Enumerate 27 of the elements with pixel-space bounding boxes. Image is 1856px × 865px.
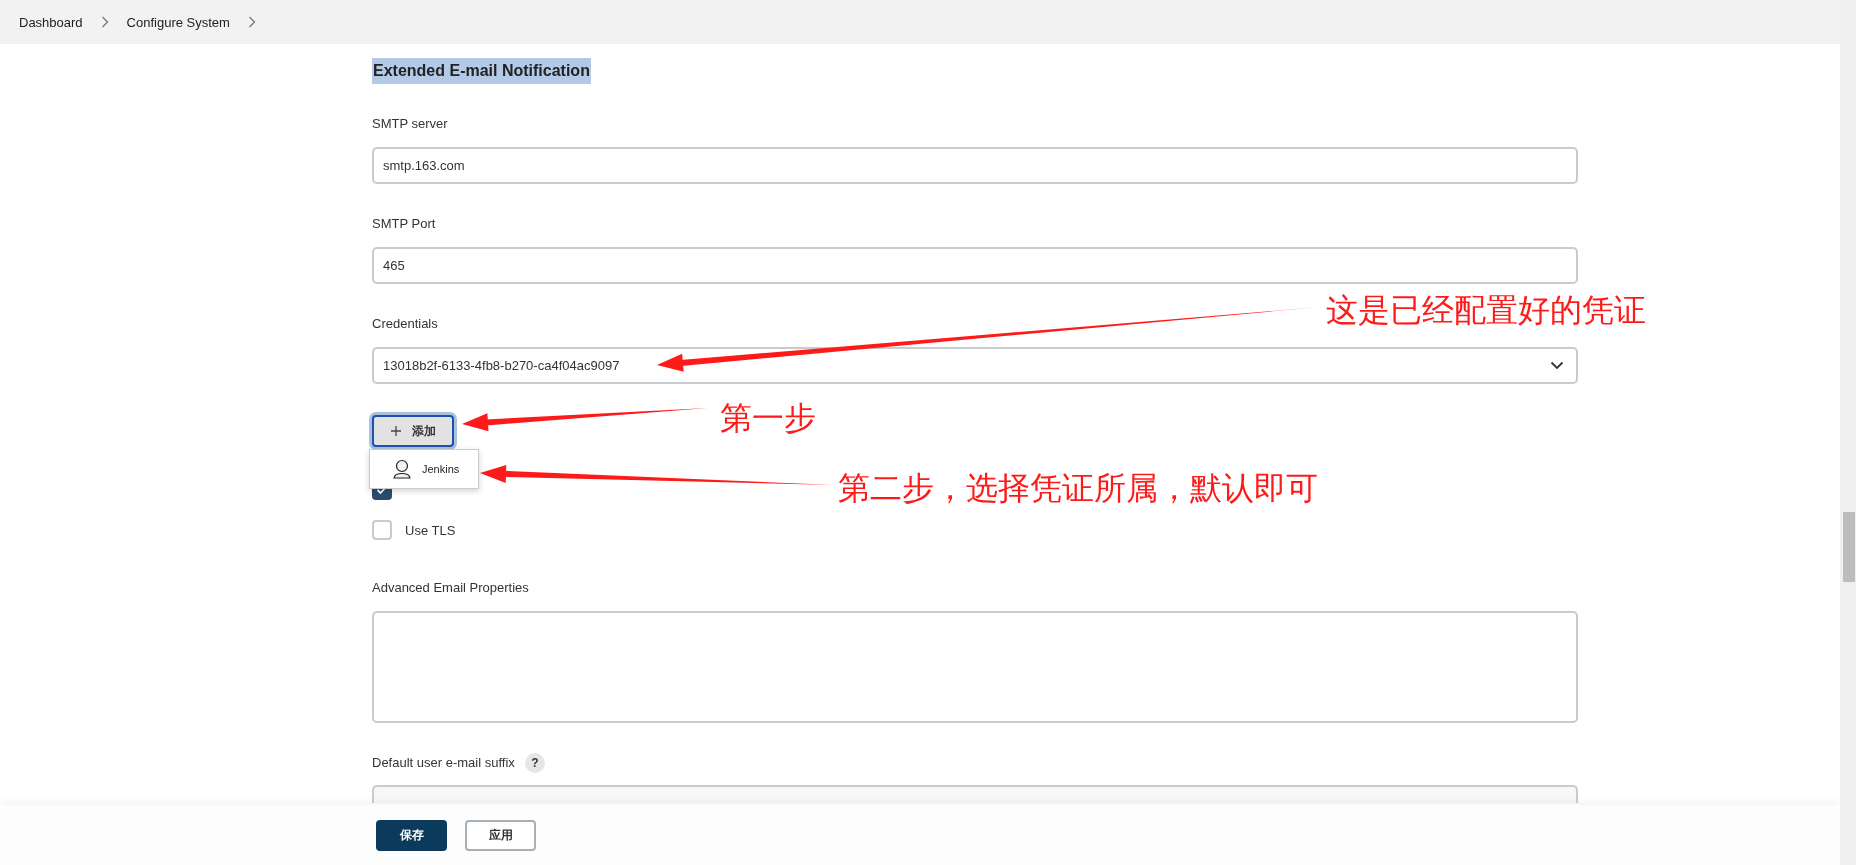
apply-button[interactable]: 应用 (465, 819, 536, 851)
add-button[interactable]: 添加 (372, 415, 454, 447)
save-button[interactable]: 保存 (376, 819, 447, 851)
input-field[interactable]: 465 (372, 247, 1578, 284)
input-field[interactable] (372, 785, 1578, 803)
chevron-right-icon (100, 16, 109, 28)
text-area[interactable] (372, 611, 1578, 723)
person-icon (392, 459, 412, 479)
chevron-right-icon (247, 16, 256, 28)
field-label: Advanced Email Properties (372, 579, 529, 597)
field-label: Credentials (372, 315, 439, 333)
help-button[interactable]: ? (524, 753, 545, 773)
plus-icon (390, 425, 402, 437)
breadcrumb-link[interactable]: Configure System (126, 14, 230, 30)
field-label: Default user e-mail suffix (372, 754, 515, 772)
field-label: SMTP Port (372, 215, 437, 233)
annotation-text: 这是已经配置好的凭证 (1326, 290, 1646, 330)
input-field[interactable]: smtp.163.com (372, 147, 1578, 184)
breadcrumb-link[interactable]: Dashboard (19, 14, 83, 30)
section-title: Extended E-mail Notification (372, 58, 591, 84)
menu-item[interactable]: Jenkins (370, 459, 460, 479)
select-field[interactable]: 13018b2f-6133-4fb8-b270-ca4f04ac9097 (372, 347, 1578, 384)
checkbox-label: Use TLS (405, 522, 456, 538)
annotation-text: 第一步 (720, 398, 816, 438)
annotation-text: 第二步，选择凭证所属，默认即可 (838, 468, 1318, 508)
field-label: SMTP server (372, 115, 449, 133)
chevron-down-icon (1550, 361, 1564, 370)
